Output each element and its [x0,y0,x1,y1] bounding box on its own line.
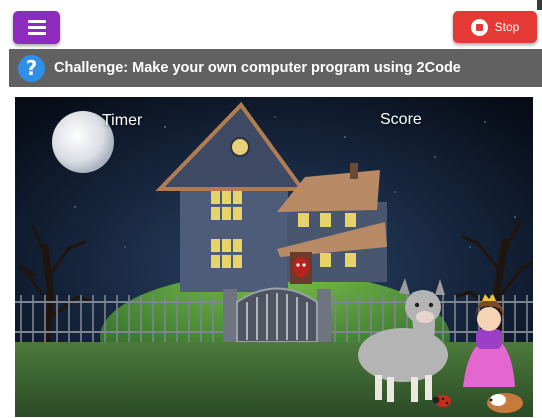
guinea-pig [487,393,523,413]
stage-scene [15,97,533,417]
score-label: Score [380,111,422,128]
challenge-bar: ? Challenge: Make your own computer prog… [9,49,542,87]
menu-button[interactable] [13,11,60,44]
timer-label: Timer [102,112,143,129]
window-edge [537,0,542,10]
stop-button[interactable]: Stop [453,11,537,43]
hamburger-menu-icon [27,17,46,38]
ghost [293,257,309,277]
stop-label: Stop [494,20,520,34]
question-circle-icon[interactable]: ? [18,54,45,82]
challenge-text: Challenge: Make your own computer progra… [54,60,461,76]
stop-circle-icon [470,18,488,36]
game-stage[interactable]: Timer Score [15,97,533,417]
lawn [15,342,533,417]
